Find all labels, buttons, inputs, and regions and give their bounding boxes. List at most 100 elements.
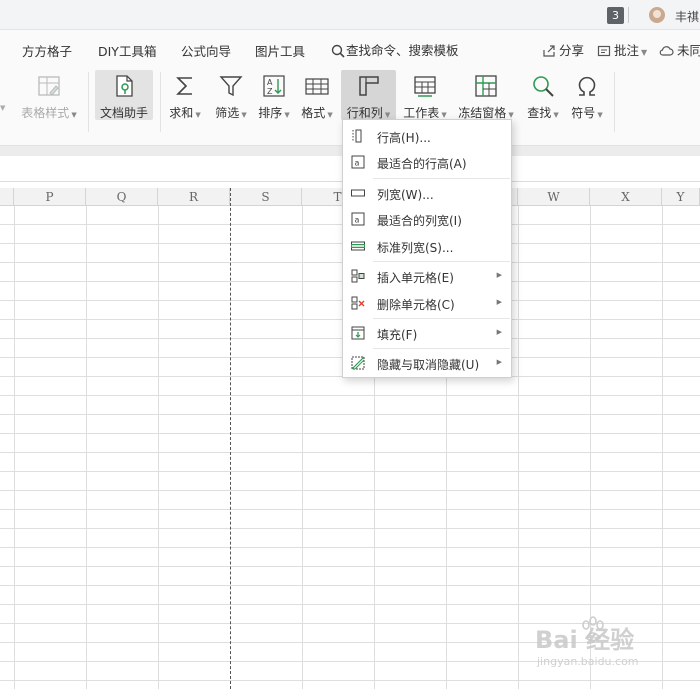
menu-bar: 方方格子 DIY工具箱 公式向导 图片工具 查找命令、搜索模板 分享 批注 ▼ 未…	[0, 30, 700, 66]
menu-item-label: 列宽(W)...	[377, 188, 434, 202]
doc-assistant-button[interactable]: 文档助手	[95, 70, 153, 120]
submenu-arrow-icon: ▶	[496, 328, 502, 336]
symbol-button[interactable]: 符号 ▼	[567, 70, 607, 120]
autofit-row-icon: a	[351, 155, 365, 169]
tab-fangfang[interactable]: 方方格子	[22, 41, 72, 60]
standard-width-icon	[351, 241, 365, 251]
svg-text:A: A	[267, 78, 273, 87]
row-column-icon	[358, 76, 379, 96]
menu-item-label: 删除单元格(C)	[377, 298, 455, 312]
search-icon	[331, 44, 345, 58]
page-break-line	[230, 188, 231, 689]
ribbon-divider	[614, 72, 615, 132]
menu-divider	[373, 318, 510, 319]
notification-badge[interactable]: 3	[607, 7, 624, 24]
row-column-button[interactable]: 行和列 ▼	[341, 70, 396, 120]
sort-label: 排序	[258, 106, 283, 120]
watermark-brand: Bai 经验	[535, 626, 635, 654]
grid-column-line	[158, 206, 159, 689]
sum-label: 求和	[169, 106, 194, 120]
table-style-icon	[38, 76, 60, 96]
ribbon-divider	[88, 72, 89, 132]
tab-formula-wizard[interactable]: 公式向导	[181, 41, 231, 60]
menu-item-standard-width[interactable]: 标准列宽(S)...	[343, 233, 511, 259]
grid-column-line	[518, 206, 519, 689]
find-button[interactable]: 查找 ▼	[522, 70, 564, 120]
sort-button[interactable]: AZ 排序 ▼	[255, 70, 293, 120]
chevron-down-icon: ▼	[441, 111, 447, 119]
symbol-label: 符号	[571, 106, 596, 120]
menu-item-label: 隐藏与取消隐藏(U)	[377, 358, 480, 372]
menu-item-label: 行高(H)...	[377, 131, 431, 145]
menu-item-delete-cell[interactable]: 删除单元格(C) ▶	[343, 290, 511, 316]
menu-item-row-height[interactable]: 行高(H)...	[343, 123, 511, 149]
menu-divider	[373, 178, 510, 179]
column-header-p[interactable]: P	[14, 188, 86, 206]
hide-unhide-icon	[351, 356, 365, 370]
sync-button[interactable]: 未同	[659, 40, 700, 59]
comment-button[interactable]: 批注 ▼	[597, 40, 647, 59]
table-style-label: 表格样式	[21, 106, 70, 120]
svg-text:a: a	[355, 216, 360, 225]
worksheet-icon	[414, 76, 436, 97]
grid-column-line	[302, 206, 303, 689]
column-header-y[interactable]: Y	[662, 188, 700, 206]
submenu-arrow-icon: ▶	[496, 298, 502, 306]
menu-item-label: 最适合的列宽(I)	[377, 214, 462, 228]
freeze-panes-label: 冻结窗格	[458, 106, 507, 120]
omega-icon	[578, 76, 596, 96]
command-search-label: 查找命令、搜索模板	[346, 43, 459, 58]
worksheet-button[interactable]: 工作表 ▼	[399, 70, 451, 120]
column-header-q[interactable]: Q	[86, 188, 158, 206]
column-header-r[interactable]: R	[158, 188, 230, 206]
doc-assistant-icon	[116, 75, 133, 97]
worksheet-label: 工作表	[403, 106, 440, 120]
comment-icon	[597, 45, 611, 57]
menu-item-autofit-row[interactable]: a 最适合的行高(A)	[343, 149, 511, 175]
tab-image-tools[interactable]: 图片工具	[255, 41, 305, 60]
chevron-down-icon: ▼	[327, 111, 333, 119]
menu-item-column-width[interactable]: 列宽(W)...	[343, 180, 511, 206]
menu-item-label: 填充(F)	[377, 328, 418, 342]
sort-icon: AZ	[263, 75, 285, 97]
chevron-down-icon: ▼	[284, 111, 290, 119]
avatar[interactable]	[649, 7, 665, 23]
menu-divider	[373, 261, 510, 262]
freeze-panes-icon	[475, 75, 497, 97]
filter-button[interactable]: 筛选 ▼	[211, 70, 251, 120]
submenu-arrow-icon: ▶	[496, 358, 502, 366]
menu-item-label: 标准列宽(S)...	[377, 241, 454, 255]
column-header-s[interactable]: S	[230, 188, 302, 206]
format-button[interactable]: 格式 ▼	[298, 70, 336, 120]
menu-item-label: 插入单元格(E)	[377, 271, 454, 285]
column-header-w[interactable]: W	[518, 188, 590, 206]
chevron-down-icon: ▼	[597, 111, 603, 119]
sum-button[interactable]: 求和 ▼	[166, 70, 204, 120]
find-label: 查找	[527, 106, 552, 120]
username[interactable]: 丰祺	[675, 8, 699, 25]
delete-cell-icon	[351, 296, 365, 310]
svg-text:a: a	[355, 159, 360, 168]
menu-item-autofit-column[interactable]: a 最适合的列宽(I)	[343, 206, 511, 232]
freeze-panes-button[interactable]: 冻结窗格 ▼	[455, 70, 517, 120]
share-button[interactable]: 分享	[542, 40, 584, 59]
titlebar-divider	[628, 7, 629, 23]
format-icon	[305, 78, 329, 95]
autofit-column-icon: a	[351, 212, 365, 226]
menu-item-hide-unhide[interactable]: 隐藏与取消隐藏(U) ▶	[343, 350, 511, 376]
share-icon	[543, 45, 555, 57]
cloud-sync-icon	[659, 46, 674, 56]
menu-item-fill[interactable]: 填充(F) ▶	[343, 320, 511, 346]
comment-label: 批注	[614, 43, 640, 58]
row-height-icon	[352, 129, 362, 143]
column-header-edge[interactable]	[0, 188, 14, 206]
chevron-down-icon: ▼	[384, 111, 391, 119]
sync-label: 未同	[677, 43, 700, 58]
menu-item-insert-cell[interactable]: 插入单元格(E) ▶	[343, 263, 511, 289]
insert-cell-icon	[351, 269, 365, 283]
command-search[interactable]: 查找命令、搜索模板	[331, 40, 459, 59]
tab-diy-toolbox[interactable]: DIY工具箱	[98, 41, 156, 60]
table-style-button[interactable]: 表格样式 ▼	[20, 70, 78, 120]
column-header-x[interactable]: X	[590, 188, 662, 206]
magnifier-icon	[533, 76, 554, 97]
